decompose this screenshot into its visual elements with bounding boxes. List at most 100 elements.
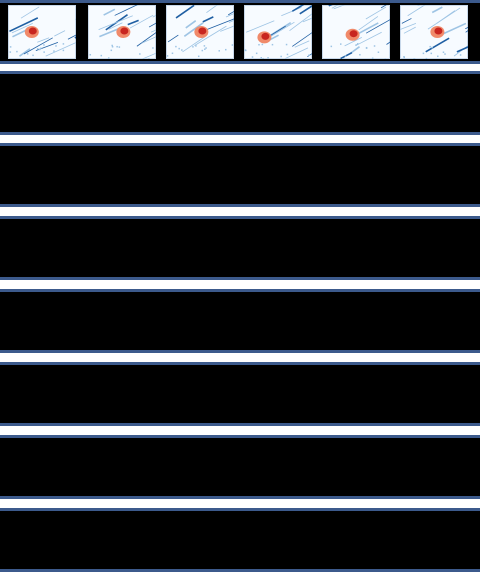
frame-row: [0, 216, 480, 280]
structure-stroke: [281, 6, 302, 17]
structure-stroke: [245, 20, 275, 33]
texture-speck: [261, 43, 264, 46]
frame-row: [0, 289, 480, 353]
texture-speck: [100, 54, 103, 57]
texture-speck: [43, 44, 45, 46]
heatmap-image: [400, 5, 468, 59]
heatmap-frame: [88, 5, 156, 59]
texture-speck: [152, 47, 154, 49]
texture-speck: [459, 54, 462, 56]
texture-speck: [373, 45, 376, 47]
texture-speck: [371, 57, 374, 59]
texture-speck: [171, 52, 174, 55]
frame-row: [0, 508, 480, 572]
structure-stroke: [206, 5, 218, 14]
structure-stroke: [148, 22, 156, 28]
object-core: [261, 32, 270, 40]
texture-speck: [342, 58, 344, 59]
texture-speck: [359, 53, 361, 56]
structure-stroke: [136, 32, 156, 47]
texture-speck: [280, 55, 282, 58]
structure-stroke: [401, 18, 412, 24]
texture-speck: [181, 49, 183, 51]
texture-speck: [403, 55, 405, 58]
texture-speck: [430, 52, 433, 55]
texture-speck: [139, 53, 141, 55]
texture-speck: [62, 43, 65, 45]
texture-speck: [218, 50, 220, 52]
texture-speck: [224, 48, 227, 51]
texture-speck: [111, 46, 114, 48]
texture-speck: [55, 45, 57, 47]
structure-stroke: [228, 19, 234, 23]
structure-stroke: [99, 27, 120, 38]
structure-stroke: [75, 18, 76, 20]
structure-stroke: [19, 48, 31, 57]
structure-stroke: [427, 7, 461, 30]
texture-speck: [251, 56, 254, 58]
texture-speck: [36, 48, 39, 50]
texture-speck: [355, 44, 357, 46]
heatmap-frame-grid: [0, 0, 480, 581]
texture-speck: [422, 52, 425, 55]
texture-speck: [308, 54, 310, 56]
structure-stroke: [182, 36, 206, 53]
structure-stroke: [365, 6, 387, 20]
structure-stroke: [302, 17, 312, 23]
object-core: [434, 27, 443, 35]
texture-speck: [205, 47, 207, 49]
texture-speck: [89, 53, 92, 56]
texture-speck: [26, 53, 29, 55]
structure-stroke: [285, 47, 309, 59]
structure-stroke: [220, 25, 234, 32]
heatmap-image: [244, 5, 312, 59]
structure-stroke: [114, 5, 138, 16]
structure-stroke: [365, 19, 390, 34]
heatmap-frame: [244, 5, 312, 59]
texture-speck: [285, 43, 288, 46]
structure-stroke: [465, 26, 468, 30]
texture-speck: [111, 44, 113, 47]
texture-speck: [255, 52, 258, 55]
structure-stroke: [202, 16, 214, 23]
frame-row: [0, 435, 480, 499]
heatmap-frame: [400, 5, 468, 59]
texture-speck: [192, 46, 194, 48]
texture-speck: [444, 53, 446, 55]
object-core: [28, 27, 37, 35]
structure-stroke: [103, 8, 116, 16]
structure-stroke: [431, 6, 443, 14]
structure-stroke: [37, 37, 50, 43]
texture-speck: [339, 43, 342, 45]
structure-stroke: [425, 37, 450, 53]
structure-stroke: [335, 5, 339, 7]
texture-speck: [40, 47, 42, 50]
structure-stroke: [45, 42, 76, 57]
frame-row: [0, 143, 480, 207]
structure-stroke: [294, 40, 310, 48]
structure-stroke: [403, 26, 416, 34]
object-core: [120, 27, 129, 35]
texture-speck: [203, 45, 206, 47]
texture-speck: [437, 55, 439, 58]
texture-speck: [195, 45, 197, 47]
texture-speck: [330, 45, 333, 48]
structure-stroke: [67, 34, 76, 40]
texture-speck: [245, 49, 247, 52]
texture-speck: [271, 43, 274, 46]
texture-speck: [267, 57, 269, 59]
structure-stroke: [292, 32, 312, 47]
texture-speck: [148, 58, 150, 59]
structure-stroke: [175, 5, 195, 19]
frame-row: [0, 71, 480, 135]
texture-speck: [178, 47, 180, 50]
structure-stroke: [142, 52, 156, 59]
texture-speck: [110, 49, 113, 52]
heatmap-image: [9, 6, 76, 59]
structure-stroke: [225, 13, 234, 18]
heatmap-image: [166, 5, 234, 58]
texture-speck: [175, 45, 177, 48]
structure-stroke: [456, 46, 468, 53]
texture-speck: [365, 47, 368, 49]
texture-speck: [32, 54, 34, 57]
